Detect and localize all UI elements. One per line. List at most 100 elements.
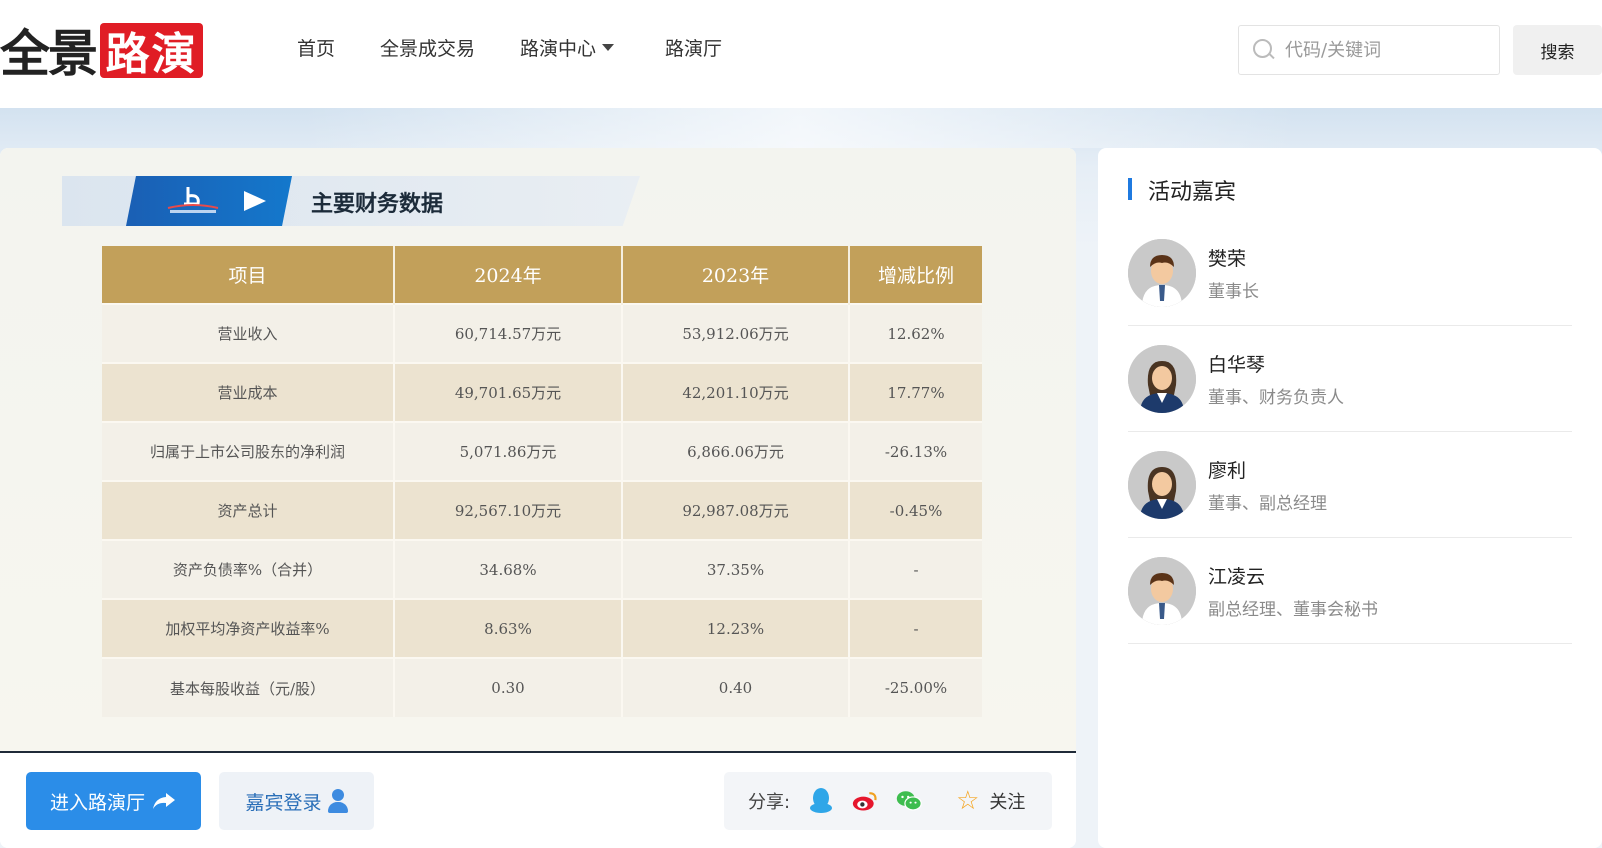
guest-item[interactable]: 江凌云 副总经理、董事会秘书 — [1128, 538, 1572, 644]
table-cell: 资产负债率%（合并） — [102, 539, 395, 599]
column-header: 项目 — [102, 246, 395, 304]
table-row: 加权平均净资产收益率% 8.63% 12.23% - — [102, 598, 982, 658]
table-cell: 6,866.06万元 — [622, 421, 850, 481]
table-row: 营业收入 60,714.57万元 53,912.06万元 12.62% — [102, 303, 982, 363]
main-nav: 首页 全景成交易 路演中心 路演厅 — [297, 34, 767, 61]
guest-item[interactable]: 白华琴 董事、财务负责人 — [1128, 326, 1572, 432]
guest-info: 樊荣 董事长 — [1208, 244, 1259, 302]
follow-button[interactable]: 关注 — [989, 788, 1025, 814]
enter-roadshow-label: 进入路演厅 — [49, 791, 145, 814]
site-logo[interactable]: 全景 路演 — [0, 22, 203, 83]
guest-name: 白华琴 — [1208, 353, 1266, 376]
guest-role: 董事长 — [1208, 281, 1259, 302]
avatar — [1128, 344, 1196, 413]
chevron-down-icon — [602, 44, 615, 51]
search-icon — [1253, 39, 1275, 61]
table-cell: 8.63% — [394, 598, 623, 658]
column-header: 增减比例 — [849, 246, 982, 304]
table-cell: - — [849, 598, 982, 658]
table-cell: 0.40 — [622, 657, 850, 717]
search-input[interactable] — [1285, 39, 1495, 61]
table-row: 营业成本 49,701.65万元 42,201.10万元 17.77% — [102, 362, 982, 422]
share-label: 分享: — [748, 792, 791, 813]
guest-role: 董事、副总经理 — [1208, 493, 1327, 514]
title-accent-bar — [1128, 178, 1132, 200]
guest-name: 江凌云 — [1208, 565, 1266, 588]
guest-item[interactable]: 廖利 董事、副总经理 — [1128, 432, 1572, 538]
guest-role: 副总经理、董事会秘书 — [1208, 599, 1378, 620]
column-header: 2024年 — [394, 246, 623, 304]
table-cell: 92,567.10万元 — [394, 480, 623, 540]
table-row: 基本每股收益（元/股） 0.30 0.40 -25.00% — [102, 657, 982, 717]
guest-info: 白华琴 董事、财务负责人 — [1208, 350, 1344, 408]
table-cell: 加权平均净资产收益率% — [102, 598, 395, 658]
guest-info: 江凌云 副总经理、董事会秘书 — [1208, 562, 1378, 620]
roadshow-main-card: 主要财务数据 项目 2024年 2023年 增减比例 营业收入 60,714.5… — [0, 148, 1076, 848]
search-button[interactable]: 搜索 — [1513, 25, 1602, 75]
table-cell: 资产总计 — [102, 480, 395, 540]
guests-panel: 活动嘉宾 樊荣 董事长 白华琴 董事、财务负责人 廖利 董事、副总经理 江凌云 … — [1098, 148, 1602, 848]
enter-roadshow-button[interactable]: 进入路演厅 — [26, 772, 201, 830]
table-cell: 92,987.08万元 — [622, 480, 850, 540]
guest-name: 樊荣 — [1208, 247, 1247, 270]
slide-company-logo-block — [126, 176, 292, 226]
nav-item-trade[interactable]: 全景成交易 — [380, 34, 475, 61]
avatar — [1128, 450, 1196, 519]
banner-highlight — [300, 108, 1300, 148]
table-cell: 42,201.10万元 — [622, 362, 850, 422]
wechat-icon[interactable] — [896, 788, 922, 814]
company-logo-icon — [167, 187, 219, 213]
guest-name: 廖利 — [1208, 459, 1247, 482]
table-cell: 34.68% — [394, 539, 623, 599]
table-cell: 0.30 — [394, 657, 623, 717]
presentation-slide: 主要财务数据 项目 2024年 2023年 增减比例 营业收入 60,714.5… — [0, 148, 1076, 753]
table-row: 资产总计 92,567.10万元 92,987.08万元 -0.45% — [102, 480, 982, 540]
guests-title: 活动嘉宾 — [1148, 180, 1237, 205]
table-cell: -0.45% — [849, 480, 982, 540]
column-header: 2023年 — [622, 246, 850, 304]
table-cell: 60,714.57万元 — [394, 303, 623, 363]
search-box — [1238, 25, 1500, 75]
table-header-row: 项目 2024年 2023年 增减比例 — [102, 246, 982, 304]
financial-data-table: 项目 2024年 2023年 增减比例 营业收入 60,714.57万元 53,… — [102, 246, 982, 717]
guest-role: 董事、财务负责人 — [1208, 387, 1344, 408]
table-cell: 营业收入 — [102, 303, 395, 363]
share-bar: 分享: ☆ 关注 — [724, 772, 1052, 830]
guest-item[interactable]: 樊荣 董事长 — [1128, 220, 1572, 326]
avatar — [1128, 556, 1196, 625]
slide-title: 主要财务数据 — [311, 192, 444, 217]
weibo-icon[interactable] — [852, 788, 878, 814]
guest-login-label: 嘉宾登录 — [245, 791, 322, 814]
star-icon[interactable]: ☆ — [956, 786, 979, 816]
top-header: 全景 路演 首页 全景成交易 路演中心 路演厅 搜索 — [0, 0, 1602, 108]
table-cell: -26.13% — [849, 421, 982, 481]
table-cell: 17.77% — [849, 362, 982, 422]
nav-item-roadshow-center-label: 路演中心 — [520, 38, 597, 60]
table-cell: 归属于上市公司股东的净利润 — [102, 421, 395, 481]
table-cell: 37.35% — [622, 539, 850, 599]
avatar — [1128, 238, 1196, 307]
table-cell: -25.00% — [849, 657, 982, 717]
table-cell: 12.23% — [622, 598, 850, 658]
logo-text-luyan: 路演 — [100, 22, 203, 80]
nav-item-roadshow-center[interactable]: 路演中心 — [520, 34, 615, 61]
nav-item-home[interactable]: 首页 — [297, 34, 335, 61]
qq-icon[interactable] — [808, 788, 834, 814]
table-cell: 基本每股收益（元/股） — [102, 657, 395, 717]
guest-info: 廖利 董事、副总经理 — [1208, 456, 1327, 514]
play-icon — [244, 191, 266, 211]
share-arrow-icon — [153, 793, 175, 809]
table-cell: 5,071.86万元 — [394, 421, 623, 481]
table-row: 资产负债率%（合并） 34.68% 37.35% - — [102, 539, 982, 599]
action-bar: 进入路演厅 嘉宾登录 分享: ☆ 关注 — [0, 755, 1076, 848]
table-cell: 12.62% — [849, 303, 982, 363]
nav-item-roadshow-hall[interactable]: 路演厅 — [665, 34, 722, 61]
table-cell: 49,701.65万元 — [394, 362, 623, 422]
user-icon — [327, 789, 348, 813]
table-cell: 营业成本 — [102, 362, 395, 422]
guest-login-button[interactable]: 嘉宾登录 — [219, 772, 374, 830]
logo-text-quanjing: 全景 — [0, 25, 98, 83]
table-row: 归属于上市公司股东的净利润 5,071.86万元 6,866.06万元 -26.… — [102, 421, 982, 481]
table-cell: - — [849, 539, 982, 599]
table-cell: 53,912.06万元 — [622, 303, 850, 363]
